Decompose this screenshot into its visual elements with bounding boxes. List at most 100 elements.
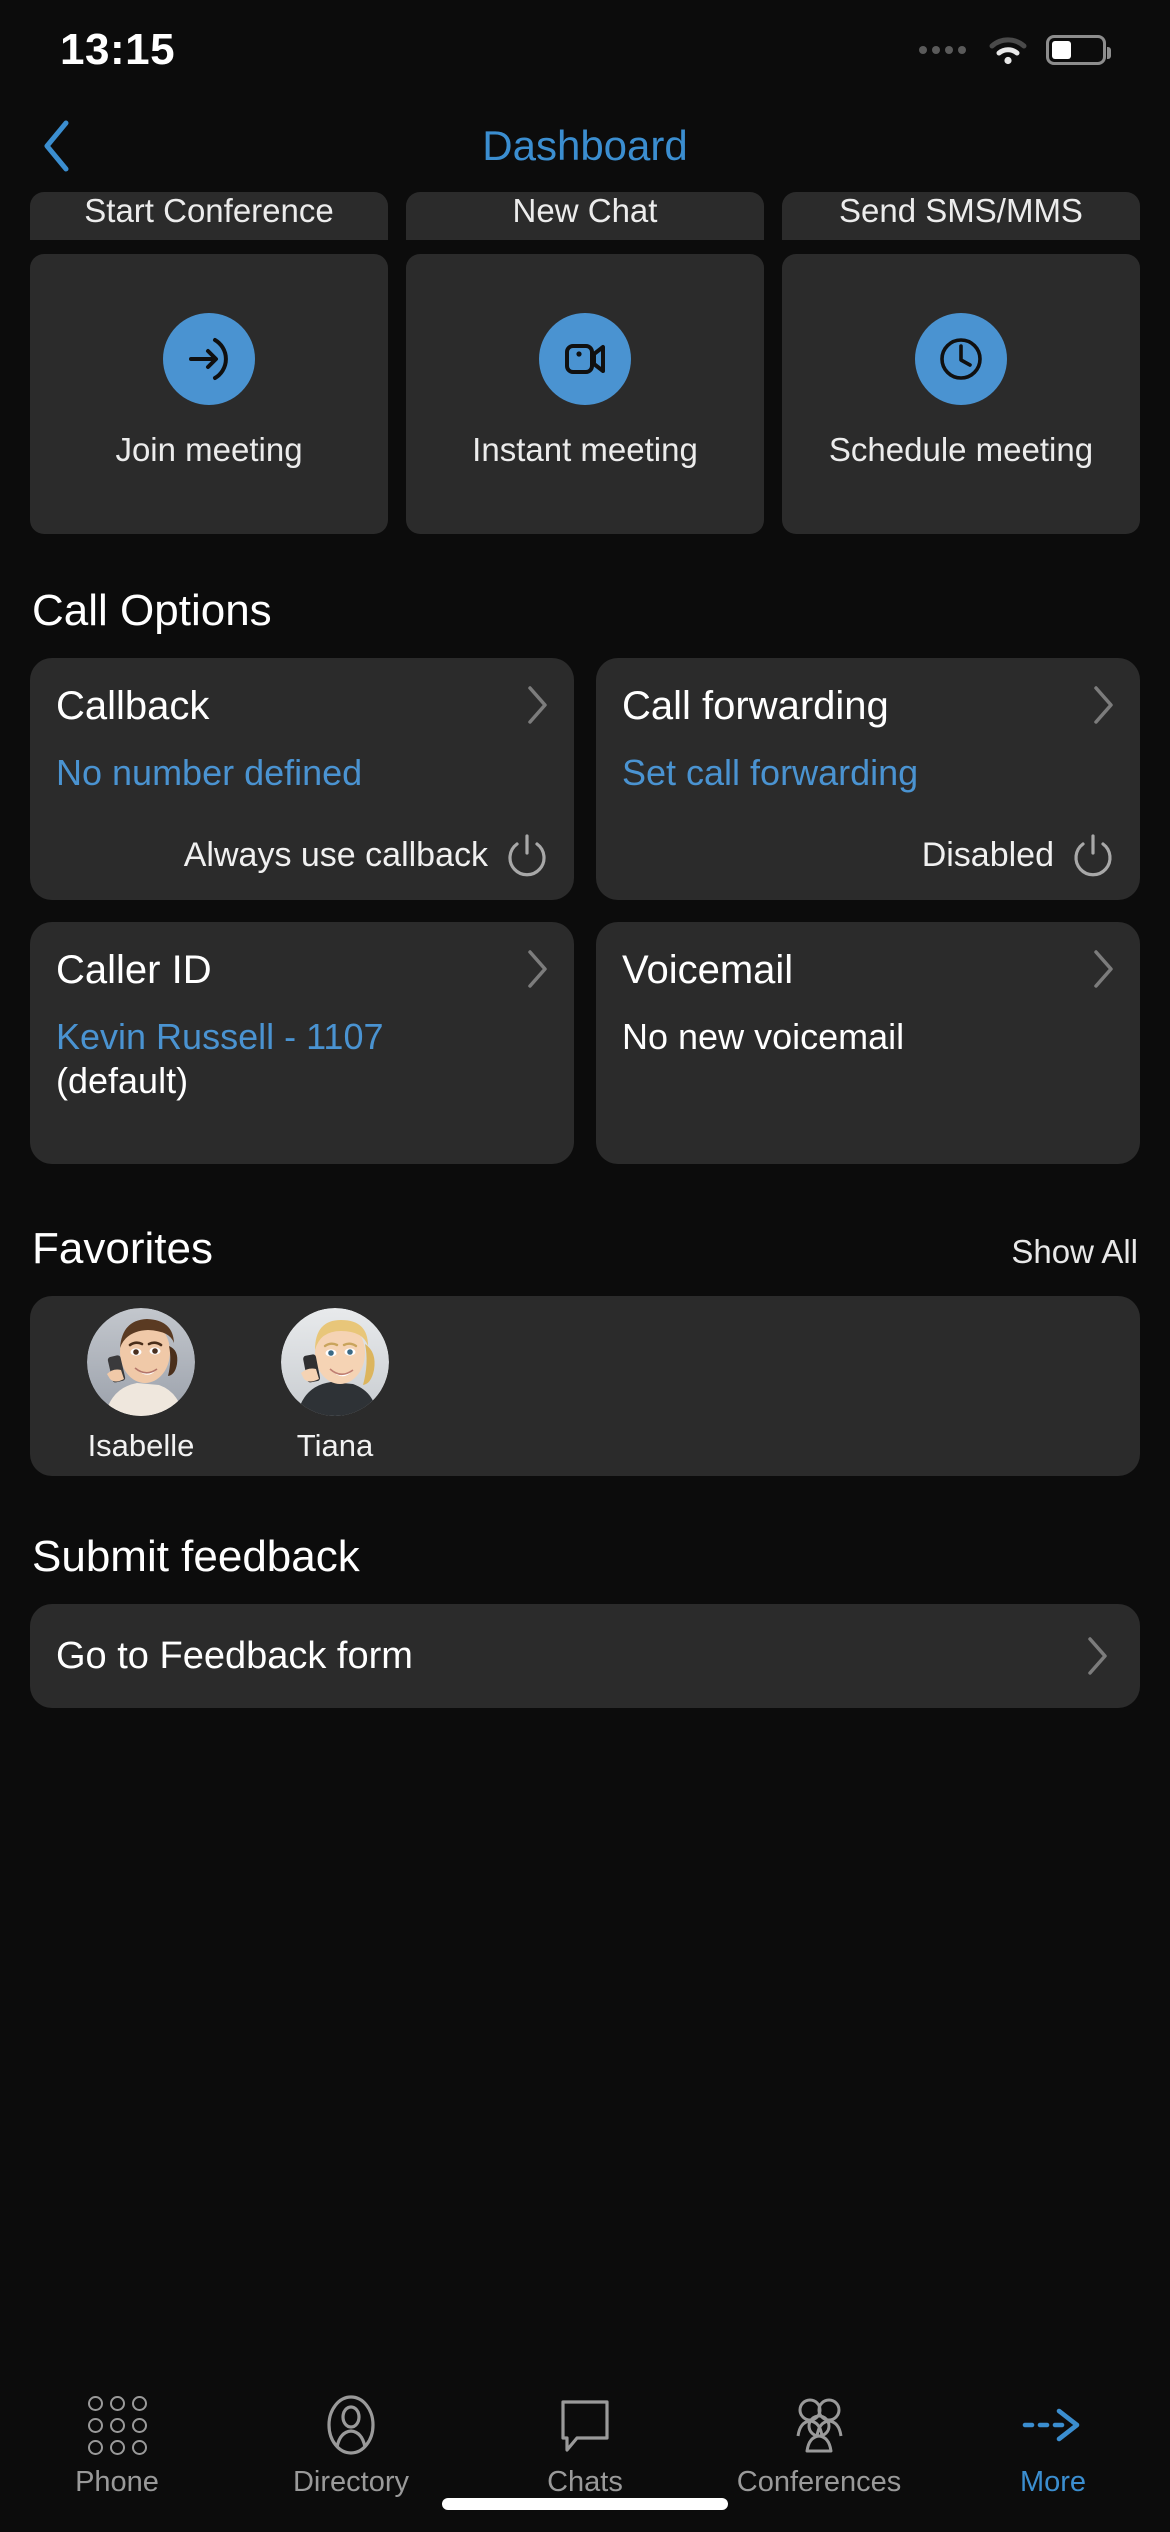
back-button[interactable] <box>28 118 84 174</box>
instant-meeting-icon-circle <box>539 313 631 405</box>
favorites-header: Favorites Show All <box>0 1164 1170 1296</box>
chevron-right-icon <box>528 686 547 724</box>
chevron-right-icon <box>1094 950 1113 988</box>
keypad-icon-wrap <box>87 2394 147 2456</box>
join-meeting-arrow-icon <box>189 338 228 380</box>
scroll-content[interactable]: Start Conference New Chat Send SMS/MMS J… <box>0 192 1170 2380</box>
callback-title: Callback <box>56 684 210 728</box>
join-meeting-label: Join meeting <box>115 431 303 468</box>
call-options-heading: Call Options <box>32 586 272 635</box>
avatar <box>281 1308 389 1416</box>
voicemail-card[interactable]: Voicemail No new voicemail <box>596 922 1140 1164</box>
favorites-heading: Favorites <box>32 1224 213 1273</box>
call-options-row-1: Callback No number defined Always use ca… <box>0 658 1170 900</box>
instant-meeting-label: Instant meeting <box>472 431 698 468</box>
bottom-tab-bar: Phone Directory Chats Conferences More <box>0 2380 1170 2532</box>
dashed-arrow-right-icon-wrap <box>1020 2394 1086 2456</box>
dashed-arrow-right-icon <box>1022 2408 1080 2442</box>
tab-conferences-label: Conferences <box>736 2466 902 2498</box>
tab-conferences[interactable]: Conferences <box>702 2394 936 2499</box>
schedule-meeting-button[interactable]: Schedule meeting <box>782 254 1140 534</box>
power-toggle-icon <box>1074 834 1112 877</box>
new-chat-label: New Chat <box>512 192 658 229</box>
person-icon-wrap <box>326 2394 376 2456</box>
wifi-icon <box>989 37 1027 65</box>
chevron-left-icon <box>44 120 69 172</box>
callback-card-header: Callback <box>56 684 550 729</box>
call-options-row-2: Caller ID Kevin Russell - 1107 (default)… <box>0 922 1170 1164</box>
favorites-list: Isabelle Tiana <box>30 1296 1140 1476</box>
favorite-contact-name: Isabelle <box>87 1428 195 1463</box>
caller-id-title: Caller ID <box>56 948 212 992</box>
speech-bubble-icon-wrap <box>557 2394 613 2456</box>
caller-id-value: Kevin Russell - 1107 <box>56 1016 384 1057</box>
tab-directory[interactable]: Directory <box>234 2394 468 2499</box>
join-meeting-icon-circle <box>163 313 255 405</box>
favorites-show-all-button[interactable]: Show All <box>1011 1233 1138 1271</box>
callback-card[interactable]: Callback No number defined Always use ca… <box>30 658 574 900</box>
chevron-right-icon <box>1094 686 1113 724</box>
photo-woman-on-phone-brunette <box>87 1308 195 1416</box>
keypad-icon <box>87 2395 147 2455</box>
call-forwarding-card-header: Call forwarding <box>622 684 1116 729</box>
status-bar-indicators <box>919 35 1111 65</box>
feedback-header: Submit feedback <box>0 1476 1170 1604</box>
caller-id-default-label: (default) <box>56 1059 189 1101</box>
join-meeting-button[interactable]: Join meeting <box>30 254 388 534</box>
start-conference-button[interactable]: Start Conference <box>30 192 388 240</box>
caller-id-card-header: Caller ID <box>56 948 550 993</box>
tab-chats-label: Chats <box>547 2466 623 2498</box>
feedback-heading: Submit feedback <box>32 1532 360 1581</box>
tab-more-label: More <box>1019 2466 1087 2498</box>
power-toggle-icon <box>508 834 546 877</box>
tab-directory-label: Directory <box>292 2466 409 2498</box>
quick-actions-row-top: Start Conference New Chat Send SMS/MMS <box>0 192 1170 240</box>
photo-woman-on-phone-blonde <box>281 1308 389 1416</box>
signal-dots-icon <box>919 46 966 54</box>
voicemail-title: Voicemail <box>622 948 794 992</box>
voicemail-card-header: Voicemail <box>622 948 1116 993</box>
call-forwarding-toggle-label: Disabled <box>921 835 1054 874</box>
call-forwarding-title: Call forwarding <box>622 684 889 728</box>
home-indicator <box>442 2498 728 2510</box>
callback-toggle[interactable]: Always use callback <box>56 832 550 878</box>
people-group-icon-wrap <box>788 2394 850 2456</box>
send-sms-mms-label: Send SMS/MMS <box>839 192 1083 229</box>
feedback-form-link[interactable]: Go to Feedback form <box>30 1604 1140 1708</box>
caller-id-card[interactable]: Caller ID Kevin Russell - 1107 (default) <box>30 922 574 1164</box>
start-conference-label: Start Conference <box>84 192 334 229</box>
chevron-right-icon <box>528 950 547 988</box>
tab-chats[interactable]: Chats <box>468 2394 702 2499</box>
feedback-link-label: Go to Feedback form <box>56 1634 413 1677</box>
tab-phone[interactable]: Phone <box>0 2394 234 2499</box>
send-sms-mms-button[interactable]: Send SMS/MMS <box>782 192 1140 240</box>
call-forwarding-card[interactable]: Call forwarding Set call forwarding Disa… <box>596 658 1140 900</box>
video-camera-icon <box>565 344 605 374</box>
instant-meeting-button[interactable]: Instant meeting <box>406 254 764 534</box>
call-forwarding-toggle[interactable]: Disabled <box>622 832 1116 878</box>
call-forwarding-value: Set call forwarding <box>622 752 919 793</box>
favorite-contact-tiana[interactable]: Tiana <box>260 1308 410 1464</box>
call-options-header: Call Options <box>0 534 1170 658</box>
callback-toggle-label: Always use callback <box>183 835 488 874</box>
favorite-contact-isabelle[interactable]: Isabelle <box>66 1308 216 1464</box>
speech-bubble-icon <box>561 2400 609 2452</box>
chevron-right-icon <box>1088 1637 1107 1675</box>
person-icon <box>327 2395 375 2455</box>
new-chat-button[interactable]: New Chat <box>406 192 764 240</box>
page-title: Dashboard <box>482 122 688 169</box>
favorite-contact-name: Tiana <box>296 1428 374 1463</box>
voicemail-value: No new voicemail <box>622 1016 905 1057</box>
status-bar-time: 13:15 <box>60 25 176 74</box>
battery-icon <box>1046 35 1111 65</box>
schedule-meeting-icon-circle <box>915 313 1007 405</box>
navigation-bar: Dashboard <box>0 100 1170 192</box>
people-group-icon <box>796 2398 843 2453</box>
status-bar: 13:15 <box>0 0 1170 100</box>
tab-more[interactable]: More <box>936 2394 1170 2499</box>
avatar <box>87 1308 195 1416</box>
tab-phone-label: Phone <box>75 2466 159 2498</box>
quick-actions-row-meetings: Join meeting Instant meeting Schedule me… <box>0 254 1170 534</box>
clock-icon <box>940 338 982 380</box>
schedule-meeting-label: Schedule meeting <box>828 431 1094 468</box>
